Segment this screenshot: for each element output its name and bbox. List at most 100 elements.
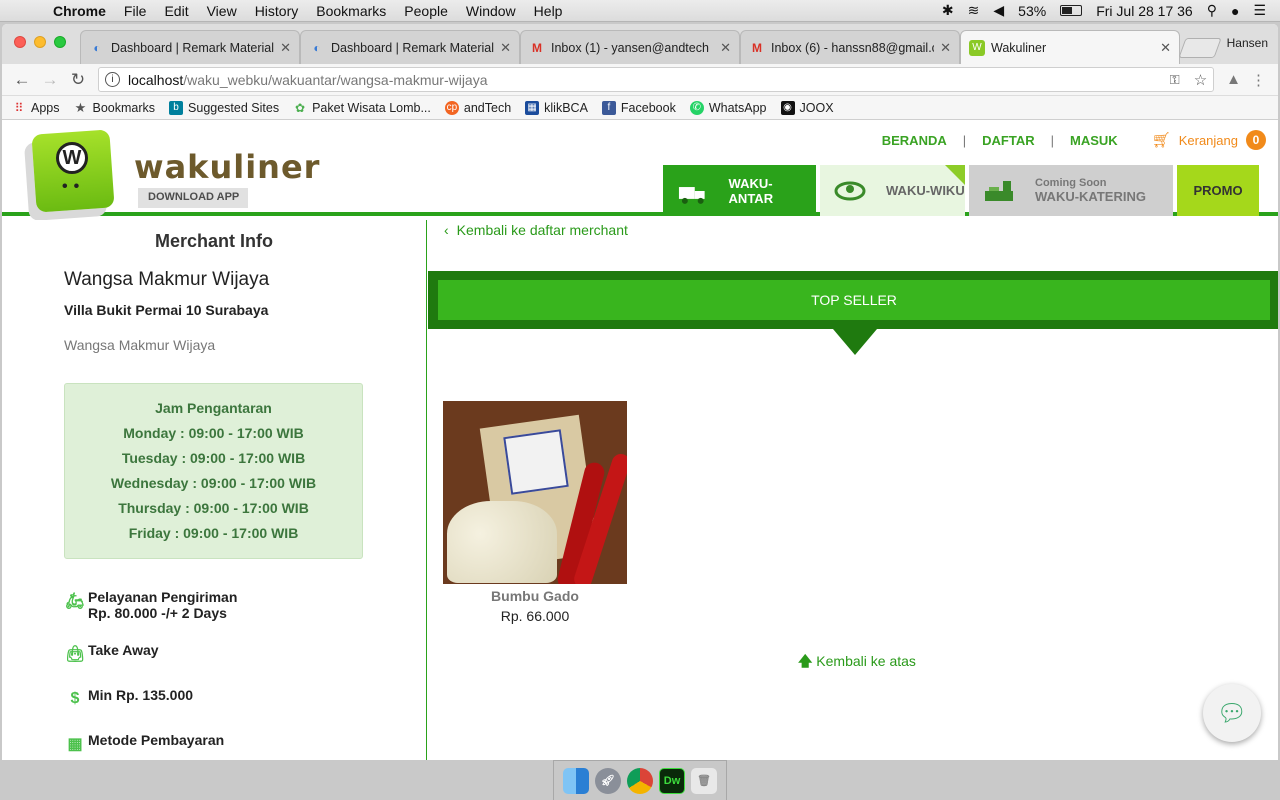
battery-icon[interactable] — [1060, 5, 1083, 16]
reload-icon[interactable]: ↻ — [64, 70, 92, 90]
back-to-merchant-list-link[interactable]: ‹ Kembali ke daftar merchant — [444, 222, 628, 238]
bookmark-star-icon[interactable]: ☆ — [1194, 71, 1207, 89]
tab-dashboard-2[interactable]: ◐ Dashboard | Remark Material ✕ — [300, 30, 520, 64]
forward-arrow-icon[interactable]: → — [36, 70, 64, 90]
bookmark-label: Facebook — [620, 100, 676, 115]
bookmark-apps[interactable]: ⠿ Apps — [12, 101, 60, 115]
tab-inbox-1[interactable]: M Inbox (1) - yansen@andtech ✕ — [520, 30, 740, 64]
menu-app-name[interactable]: Chrome — [44, 3, 115, 19]
menu-help[interactable]: Help — [525, 3, 572, 19]
product-image[interactable] — [443, 401, 627, 584]
payment-method-label: Metode Pembayaran — [88, 732, 225, 748]
service-label: WAKU-WIKU — [886, 183, 965, 198]
hours-friday: Friday : 09:00 - 17:00 WIB — [128, 525, 299, 541]
close-tab-icon[interactable]: ✕ — [940, 40, 951, 56]
new-tab-button[interactable] — [1178, 38, 1222, 58]
battery-percent[interactable]: 53% — [1018, 3, 1046, 19]
close-tab-icon[interactable]: ✕ — [500, 40, 511, 56]
service-tab-waku-antar[interactable]: WAKU-ANTAR — [663, 165, 816, 216]
cart-icon: 🛒︎ — [1151, 132, 1171, 149]
web-page: W •• wakuliner DOWNLOAD APP BERANDA | DA… — [2, 120, 1278, 760]
product-price: Rp. 66.000 — [500, 608, 570, 624]
spotlight-search-icon[interactable]: ⚲ — [1207, 2, 1217, 19]
close-window-button[interactable] — [14, 36, 26, 48]
dreamweaver-icon[interactable]: Dw — [659, 767, 685, 794]
bookmark-bookmarks[interactable]: ★ Bookmarks — [74, 99, 155, 115]
clock[interactable]: Fri Jul 28 17 36 — [1096, 3, 1193, 19]
profile-button[interactable]: Hansen — [1227, 36, 1268, 50]
menu-bookmarks[interactable]: Bookmarks — [307, 3, 395, 19]
service-tab-waku-katering[interactable]: Coming Soon WAKU-KATERING — [969, 165, 1173, 216]
logo-w-badge: W — [56, 142, 88, 174]
info-icon[interactable]: i — [105, 72, 120, 87]
close-tab-icon[interactable]: ✕ — [720, 40, 731, 56]
leaf-icon: ✿ — [295, 100, 306, 115]
bookmark-facebook[interactable]: f Facebook — [601, 100, 676, 115]
hours-thursday: Thursday : 09:00 - 17:00 WIB — [118, 500, 309, 516]
drive-extension-icon[interactable]: ▲ — [1226, 71, 1241, 89]
star-icon: ★ — [74, 99, 87, 115]
address-bar[interactable]: i localhost/waku_webku/wakuantar/wangsa-… — [98, 67, 1215, 92]
close-tab-icon[interactable]: ✕ — [280, 40, 291, 56]
feature-payment: ▦ Metode Pembayaran — [64, 732, 426, 756]
feature-minimum: $ Min Rp. 135.000 — [64, 687, 426, 711]
bookmark-label: WhatsApp — [708, 100, 767, 115]
cart-link[interactable]: 🛒︎ Keranjang 0 — [1152, 130, 1266, 150]
wakuliner-logo[interactable]: W •• wakuliner DOWNLOAD APP — [22, 128, 319, 214]
notification-center-icon[interactable]: ☰ — [1253, 2, 1266, 19]
trash-icon[interactable]: 🗑︎ — [691, 767, 717, 794]
macos-menubar: Chrome File Edit View History Bookmarks … — [0, 0, 1280, 22]
shipping-value: Rp. 80.000 -/+ 2 Days — [88, 605, 227, 621]
bookmark-whatsapp[interactable]: ✆ WhatsApp — [689, 100, 767, 115]
arrow-up-icon: 🡅︎ — [798, 653, 813, 669]
volume-icon[interactable]: ◀ — [993, 2, 1004, 19]
nav-masuk[interactable]: MASUK — [1070, 133, 1118, 148]
service-tab-promo[interactable]: PROMO — [1177, 165, 1259, 216]
hours-monday: Monday : 09:00 - 17:00 WIB — [123, 425, 304, 441]
cash-register-icon: ▦ — [67, 736, 83, 753]
close-tab-icon[interactable]: ✕ — [1160, 40, 1171, 56]
key-icon[interactable]: ⚿ — [1170, 72, 1180, 88]
bookmark-paket-wisata[interactable]: ✿ Paket Wisata Lomb... — [293, 101, 431, 115]
cart-count-badge: 0 — [1246, 130, 1266, 150]
menu-people[interactable]: People — [395, 3, 457, 19]
menu-history[interactable]: History — [246, 3, 308, 19]
url-text[interactable]: localhost/waku_webku/wakuantar/wangsa-ma… — [128, 72, 488, 88]
menu-file[interactable]: File — [115, 3, 156, 19]
nav-divider: | — [962, 132, 967, 148]
chrome-menu-icon[interactable]: ⋮ — [1251, 71, 1266, 89]
merchant-info-panel: Merchant Info Wangsa Makmur Wijaya Villa… — [2, 220, 427, 760]
chrome-icon[interactable] — [627, 767, 653, 794]
siri-icon[interactable]: ● — [1231, 3, 1239, 19]
tab-inbox-6[interactable]: M Inbox (6) - hanssn88@gmail.c ✕ — [740, 30, 960, 64]
product-card[interactable]: Bumbu Gado Rp. 66.000 — [443, 401, 627, 624]
bookmark-joox[interactable]: ◉ JOOX — [780, 100, 834, 115]
spinner-icon: ◐ — [313, 40, 321, 55]
finder-icon[interactable] — [563, 767, 589, 794]
top-nav: BERANDA | DAFTAR | MASUK 🛒︎ Keranjang 0 — [882, 130, 1266, 150]
menu-edit[interactable]: Edit — [155, 3, 197, 19]
tab-dashboard-1[interactable]: ◐ Dashboard | Remark Material ✕ — [80, 30, 300, 64]
service-label: WAKU-KATERING — [1035, 189, 1146, 204]
chat-bubble-button[interactable]: 💬︎ — [1203, 684, 1261, 742]
download-app-button[interactable]: DOWNLOAD APP — [138, 188, 248, 208]
tab-wakuliner[interactable]: W Wakuliner ✕ — [960, 30, 1180, 64]
bookmark-andtech[interactable]: cp andTech — [444, 100, 511, 115]
menu-window[interactable]: Window — [457, 3, 525, 19]
bookmark-klikbca[interactable]: ▦ klikBCA — [525, 100, 588, 115]
menu-view[interactable]: View — [198, 3, 246, 19]
product-name[interactable]: Bumbu Gado — [443, 588, 627, 604]
back-arrow-icon[interactable]: ← — [8, 70, 36, 90]
bookmark-suggested-sites[interactable]: b Suggested Sites — [169, 100, 279, 115]
bookmark-label: Paket Wisata Lomb... — [312, 100, 431, 115]
zoom-window-button[interactable] — [54, 36, 66, 48]
back-to-top-link[interactable]: 🡅︎ Kembali ke atas — [798, 651, 916, 675]
nav-beranda[interactable]: BERANDA — [882, 133, 947, 148]
launchpad-icon[interactable]: 🚀︎ — [595, 767, 621, 794]
merchant-address: Villa Bukit Permai 10 Surabaya — [64, 302, 269, 318]
service-tab-waku-wiku[interactable]: WAKU-WIKU — [820, 165, 965, 216]
wifi-icon[interactable]: ≋ — [968, 2, 980, 19]
nav-daftar[interactable]: DAFTAR — [982, 133, 1034, 148]
bluetooth-icon[interactable]: ✱ — [942, 2, 954, 19]
minimize-window-button[interactable] — [34, 36, 46, 48]
